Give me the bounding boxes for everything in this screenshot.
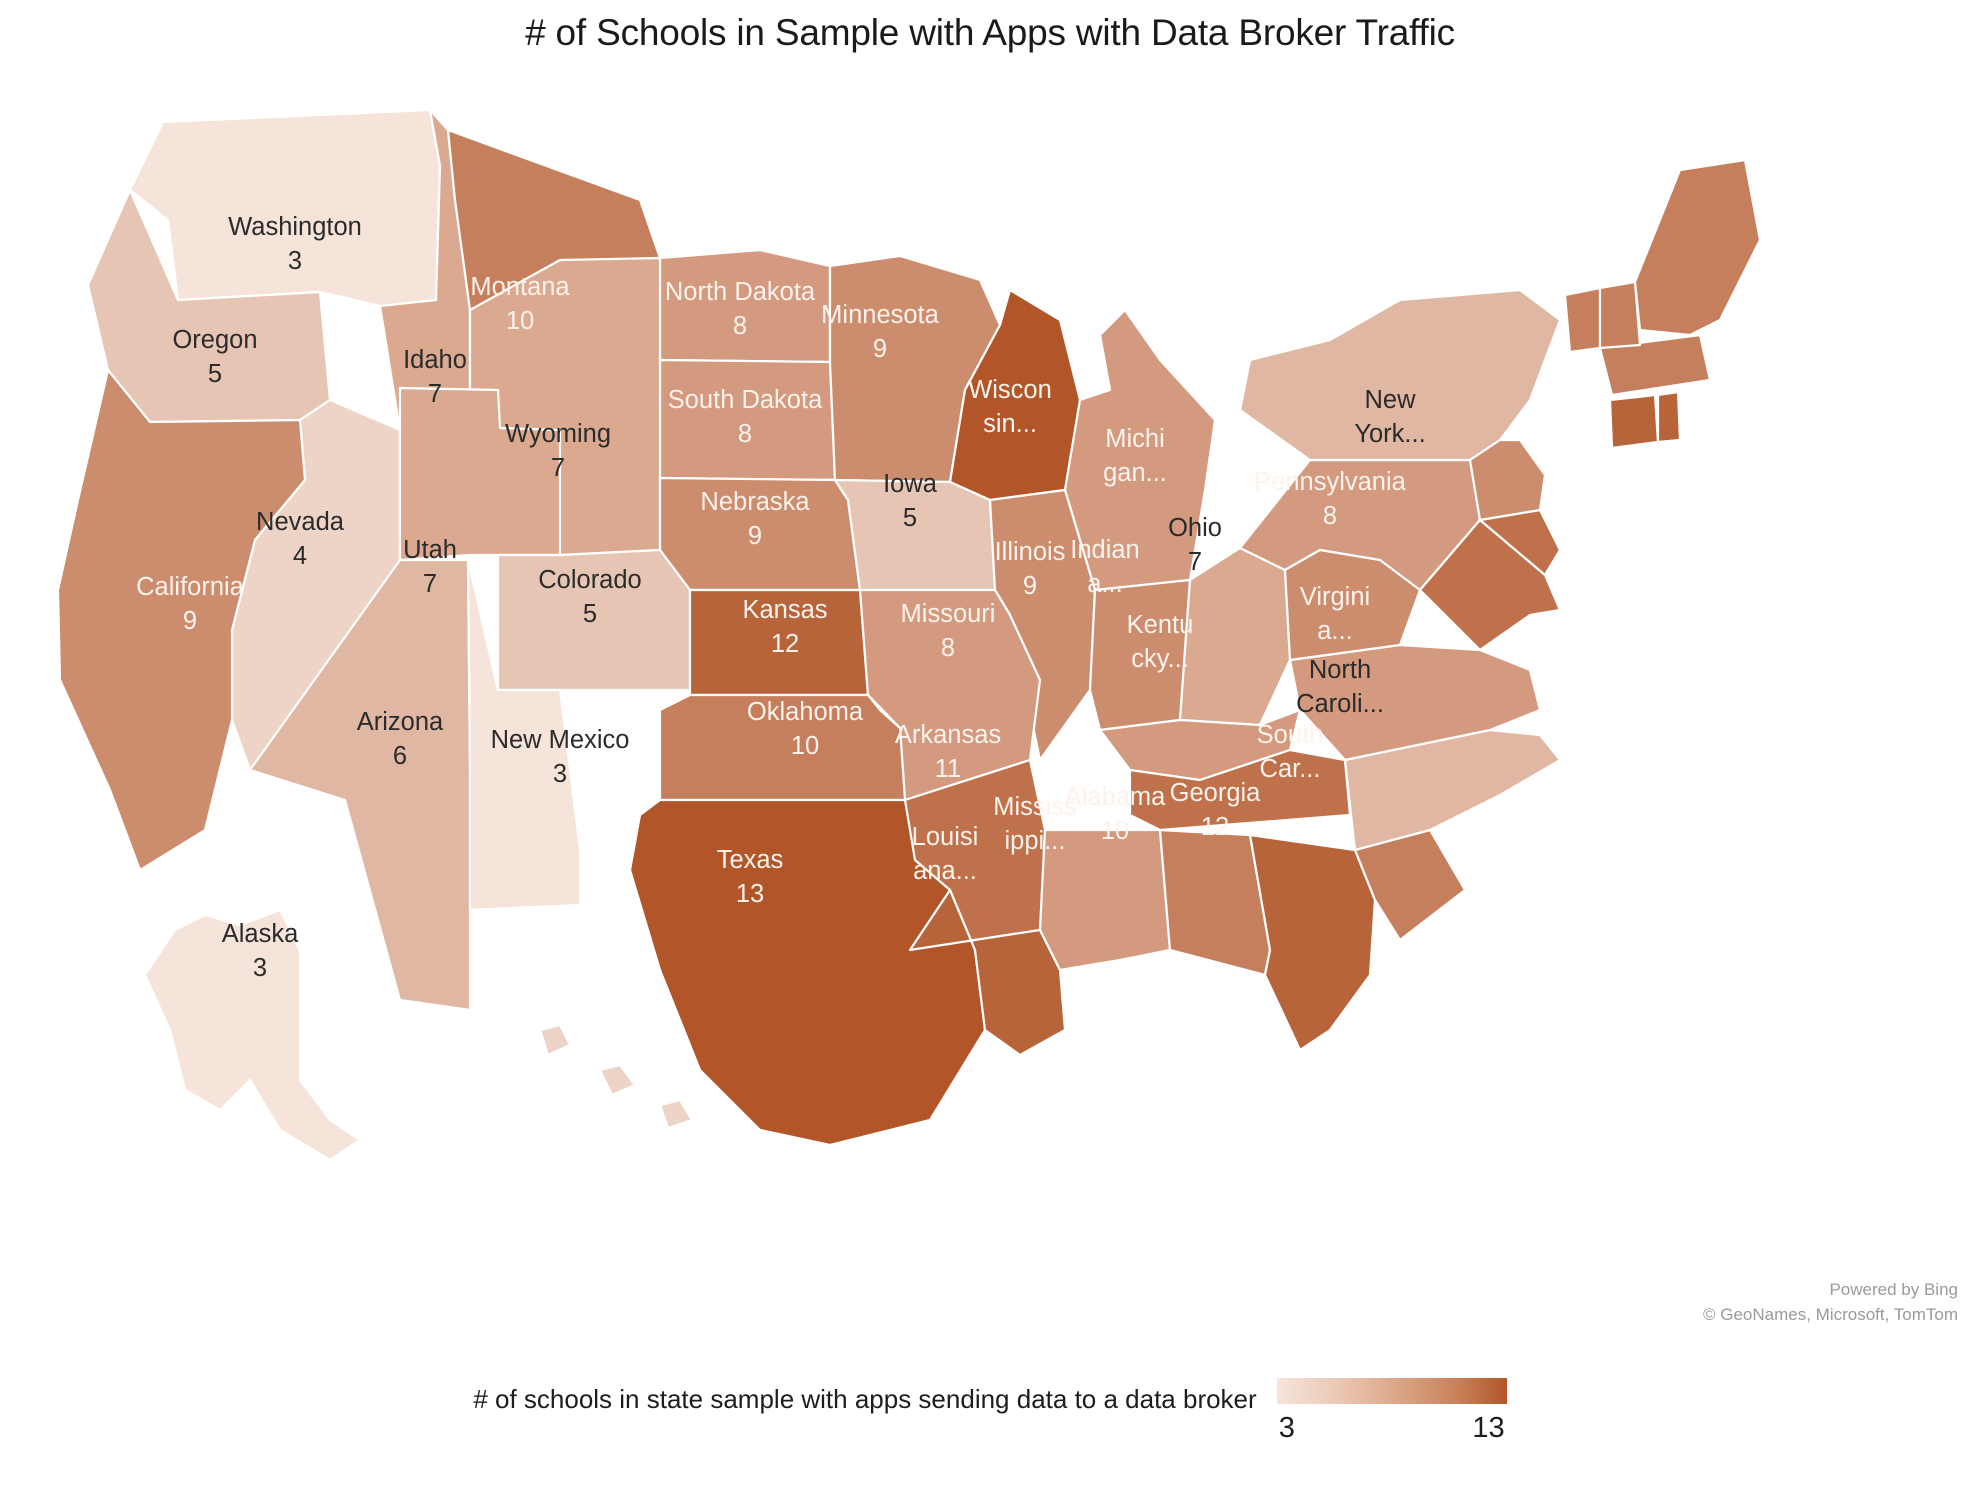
page-title: # of Schools in Sample with Apps with Da… [525, 12, 1455, 53]
state-shape-co[interactable]: Colorado: 5 [496, 548, 692, 692]
state-shape-ne[interactable]: Nebraska: 9 [658, 476, 862, 592]
state-shape-ia[interactable]: Iowa: 5 [833, 478, 997, 592]
state-shape-mi[interactable]: Michigan: 8 [1063, 308, 1217, 592]
state-shape-sd[interactable]: South Dakota: 8 [658, 358, 837, 482]
color-legend: # of schools in state sample with apps s… [0, 1378, 1980, 1445]
legend-max-tick: 13 [1472, 1412, 1505, 1444]
legend-caption: # of schools in state sample with apps s… [473, 1384, 1257, 1414]
state-shape-ri[interactable]: Rhode Island: 12 [1656, 390, 1682, 444]
map-canvas[interactable]: Washington: 3Oregon: 5Idaho: 7Montana: 1… [0, 70, 1980, 1300]
legend-min-tick: 3 [1278, 1412, 1295, 1444]
state-shape-ak[interactable]: Alaska: 3 [143, 908, 362, 1162]
state-shape-me[interactable]: Maine: 10 [1633, 158, 1762, 337]
state-shape-nd[interactable]: North Dakota: 8 [658, 248, 832, 364]
state-shape-hi[interactable] [538, 1023, 572, 1057]
state-shape-ok[interactable]: Oklahoma: 10 [658, 693, 907, 802]
state-shape-nh[interactable]: New Hampshire: 10 [1598, 280, 1642, 350]
legend-gradient-bar [1276, 1378, 1507, 1404]
choropleth-map-visualization: # of Schools in Sample with Apps with Da… [0, 0, 1980, 1490]
us-states-map[interactable]: Washington: 3Oregon: 5Idaho: 7Montana: 1… [0, 70, 1980, 1300]
map-attribution: Powered by Bing © GeoNames, Microsoft, T… [1703, 1278, 1958, 1327]
state-shapes-layer: Washington: 3Oregon: 5Idaho: 7Montana: 1… [56, 108, 1762, 1162]
state-shape-vt[interactable]: Vermont: 10 [1563, 286, 1602, 354]
attribution-line-1: Powered by Bing [1829, 1280, 1958, 1299]
state-shape-hi[interactable] [598, 1063, 637, 1097]
state-shape-wa[interactable]: Washington: 3 [128, 108, 442, 308]
state-shape-hi[interactable] [658, 1098, 694, 1130]
state-shape-ct[interactable]: Connecticut: 12 [1608, 393, 1660, 450]
state-shape-oh[interactable]: Ohio: 7 [1178, 546, 1292, 727]
state-shape-ms[interactable]: Mississippi: 8 [1038, 828, 1172, 972]
attribution-line-2: © GeoNames, Microsoft, TomTom [1703, 1304, 1958, 1324]
state-shape-ga[interactable]: Georgia: 12 [1248, 833, 1377, 1052]
state-shape-ny[interactable]: New York: 6 [1238, 288, 1562, 462]
state-shape-ks[interactable]: Kansas: 12 [688, 588, 870, 697]
state-shape-nj[interactable]: New Jersey: 9 [1468, 438, 1547, 522]
state-shape-in[interactable]: Indiana: 9 [1088, 578, 1192, 732]
